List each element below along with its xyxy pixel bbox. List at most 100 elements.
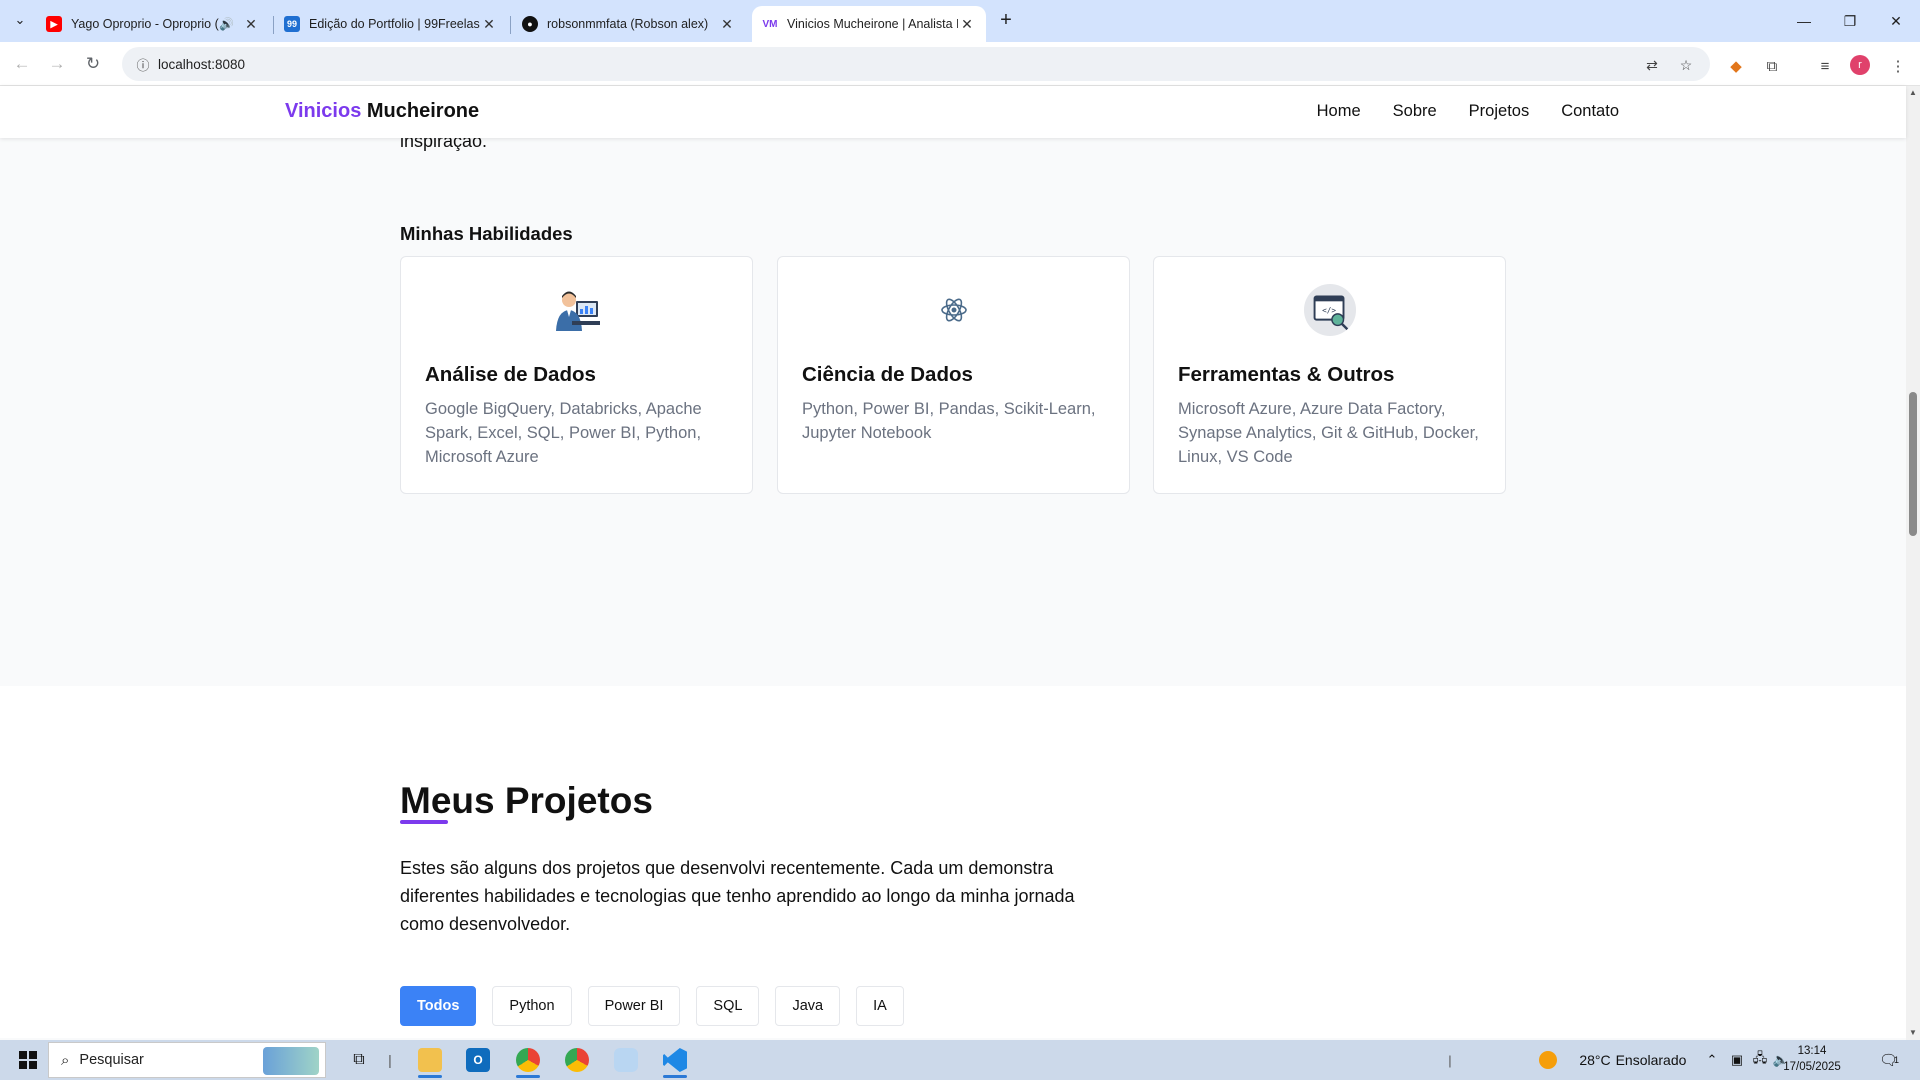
speaker-icon[interactable]: 🔊 — [219, 17, 234, 31]
projects-heading: Meus Projetos — [400, 780, 653, 821]
clock-time: 13:14 — [1797, 1045, 1827, 1057]
notification-count: 1 — [1894, 1055, 1900, 1065]
network-icon[interactable]: 🖧 — [1750, 1040, 1770, 1080]
filter-todos-button[interactable]: Todos — [400, 986, 477, 1026]
weather-description[interactable]: Ensolarado — [1612, 1040, 1690, 1080]
clock-date: 17/05/2025 — [1783, 1061, 1841, 1073]
projects-section: Meus Projetos Estes são alguns dos proje… — [0, 686, 1906, 1038]
tab-search-button[interactable]: ⌄ — [6, 8, 34, 32]
atom-icon — [927, 283, 981, 337]
heading-underline — [400, 820, 448, 824]
menu-dots-icon[interactable]: ⋮ — [1886, 54, 1910, 78]
outlook-icon[interactable]: O — [458, 1040, 498, 1080]
new-tab-button[interactable]: + — [994, 8, 1018, 32]
minimize-icon[interactable]: — — [1781, 6, 1827, 36]
code-window-icon: </> — [1303, 283, 1357, 337]
weather-icon[interactable] — [1536, 1040, 1560, 1080]
browser-tab[interactable]: ▶ Yago Oproprio - Oproprio ( 🔊 ✕ — [36, 6, 270, 42]
page-scrollbar[interactable]: ▲ ▼ — [1906, 86, 1920, 1040]
99freelas-icon: 99 — [284, 16, 300, 32]
notifications-icon[interactable]: 🗨 1 — [1874, 1040, 1904, 1080]
windows-start-icon[interactable] — [8, 1040, 48, 1080]
weather-temperature[interactable]: 28°C — [1575, 1040, 1615, 1080]
address-bar[interactable]: ⓘ localhost:8080 ⇄ ☆ — [122, 47, 1710, 81]
about-section: inspiração. Minhas Habilidades Análise d… — [0, 138, 1906, 686]
site-navbar: Vinicios Mucheirone Home Sobre Projetos … — [0, 86, 1906, 138]
metamask-icon[interactable]: ◆ — [1724, 54, 1748, 78]
tab-title: Vinicios Mucheirone | Analista D — [787, 17, 958, 31]
filter-sql-button[interactable]: SQL — [696, 986, 760, 1026]
github-icon: ● — [522, 16, 538, 32]
skill-card-title: Análise de Dados — [425, 363, 596, 386]
projects-description: Estes são alguns dos projetos que desenv… — [400, 858, 1075, 934]
skill-card-text: Python, Power BI, Pandas, Scikit-Learn, … — [802, 400, 1096, 442]
file-explorer-icon[interactable] — [410, 1040, 450, 1080]
restore-icon[interactable]: ❐ — [1827, 6, 1873, 36]
extensions-icon[interactable]: ⧉ — [1760, 54, 1784, 78]
filter-powerbi-button[interactable]: Power BI — [587, 986, 681, 1026]
logo-last-name: Mucheirone — [366, 100, 480, 122]
page-content: inspiração. Minhas Habilidades Análise d… — [0, 138, 1906, 1038]
close-tab-icon[interactable]: ✕ — [718, 16, 736, 33]
nav-links: Home Sobre Projetos Contato — [1317, 102, 1619, 121]
tray-separator: | — [1448, 1052, 1452, 1068]
youtube-icon: ▶ — [46, 16, 62, 32]
nav-link-sobre[interactable]: Sobre — [1393, 102, 1437, 121]
bookmark-star-icon[interactable]: ☆ — [1674, 53, 1698, 77]
taskbar-separator: | — [388, 1052, 392, 1068]
nav-link-contato[interactable]: Contato — [1561, 102, 1619, 121]
browser-tab[interactable]: 99 Edição do Portfolio | 99Freelas ✕ — [274, 6, 508, 42]
search-placeholder: Pesquisar — [79, 1052, 144, 1068]
nav-link-projetos[interactable]: Projetos — [1469, 102, 1530, 121]
site-info-icon[interactable]: ⓘ — [128, 55, 158, 74]
chevron-up-icon[interactable]: ⌃ — [1702, 1040, 1722, 1080]
close-tab-icon[interactable]: ✕ — [958, 16, 976, 33]
tab-title: robsonmmfata (Robson alex) — [547, 17, 709, 31]
skill-card: Ciência de Dados Python, Power BI, Panda… — [777, 256, 1130, 494]
reload-icon[interactable]: ↻ — [79, 50, 107, 78]
taskbar-search-input[interactable]: ⌕ Pesquisar — [48, 1042, 326, 1078]
skills-heading: Minhas Habilidades — [400, 223, 573, 244]
media-control-icon[interactable]: ≡ — [1813, 54, 1837, 78]
scrollbar-thumb[interactable] — [1909, 392, 1917, 536]
data-analyst-icon — [550, 283, 604, 337]
chrome-profile-icon[interactable] — [557, 1040, 597, 1080]
task-view-icon[interactable]: ⧉ — [339, 1040, 379, 1080]
browser-tab[interactable]: ● robsonmmfata (Robson alex) ✕ — [512, 6, 746, 42]
windows-taskbar: ⌕ Pesquisar ⧉ | O | 28°C Ensolarado ⌃ ▣ … — [0, 1040, 1920, 1080]
paint-icon[interactable] — [606, 1040, 646, 1080]
filter-python-button[interactable]: Python — [492, 986, 572, 1026]
skill-card-title: Ferramentas & Outros — [1178, 363, 1395, 386]
close-tab-icon[interactable]: ✕ — [242, 16, 260, 33]
profile-avatar[interactable]: r — [1850, 55, 1870, 75]
filter-java-button[interactable]: Java — [775, 986, 841, 1026]
taskbar-clock[interactable]: 13:14 17/05/2025 — [1777, 1043, 1847, 1075]
back-icon[interactable]: ← — [8, 50, 36, 78]
browser-tab-active[interactable]: VM Vinicios Mucheirone | Analista D ✕ — [752, 6, 986, 42]
skill-card: Análise de Dados Google BigQuery, Databr… — [400, 256, 753, 494]
meet-now-icon[interactable]: ▣ — [1727, 1040, 1747, 1080]
chrome-icon[interactable] — [508, 1040, 548, 1080]
about-text-tail: inspiração. — [400, 138, 488, 151]
scroll-up-icon[interactable]: ▲ — [1906, 86, 1920, 100]
close-window-icon[interactable]: ✕ — [1873, 6, 1919, 36]
scroll-down-icon[interactable]: ▼ — [1906, 1026, 1920, 1040]
nav-link-home[interactable]: Home — [1317, 102, 1361, 121]
site-logo[interactable]: Vinicios Mucheirone — [285, 100, 479, 123]
tab-title: Yago Oproprio - Oproprio ( — [71, 17, 219, 31]
skill-card-text: Google BigQuery, Databricks, Apache Spar… — [425, 400, 702, 466]
forward-icon[interactable]: → — [43, 50, 71, 78]
browser-tabstrip: ⌄ ▶ Yago Oproprio - Oproprio ( 🔊 ✕ 99 Ed… — [0, 0, 1920, 42]
svg-text:</>: </> — [1322, 306, 1336, 315]
skill-card-text: Microsoft Azure, Azure Data Factory, Syn… — [1178, 400, 1479, 466]
translate-icon[interactable]: ⇄ — [1640, 53, 1664, 77]
search-highlight-image — [263, 1047, 319, 1075]
url-text[interactable]: localhost:8080 — [158, 57, 245, 72]
browser-toolbar: ← → ↻ ⓘ localhost:8080 ⇄ ☆ ◆ ⧉ ≡ r ⋮ — [0, 42, 1920, 86]
close-tab-icon[interactable]: ✕ — [480, 16, 498, 33]
vscode-icon[interactable] — [655, 1040, 695, 1080]
search-icon: ⌕ — [61, 1051, 70, 1069]
tab-title: Edição do Portfolio | 99Freelas — [309, 17, 480, 31]
filter-ia-button[interactable]: IA — [856, 986, 904, 1026]
skill-card-title: Ciência de Dados — [802, 363, 973, 386]
